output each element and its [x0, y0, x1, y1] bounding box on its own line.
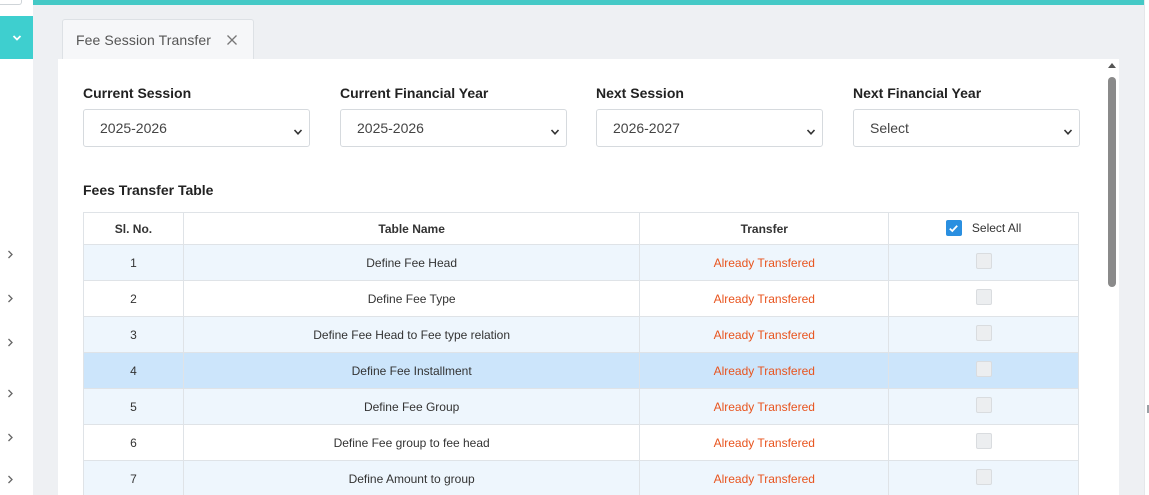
- select-all-checkbox[interactable]: Select All: [945, 220, 1022, 237]
- table-row: 3 Define Fee Head to Fee type relation A…: [83, 316, 1079, 353]
- sidebar-expand-5[interactable]: [5, 432, 15, 442]
- row-status: Already Transfered: [639, 352, 890, 389]
- vertical-scrollbar[interactable]: [1105, 59, 1119, 495]
- row-sl: 5: [83, 388, 184, 425]
- next-session-filter: Next Session 2026-2027: [596, 85, 823, 147]
- filter-label: Current Financial Year: [340, 85, 489, 101]
- row-status: Already Transfered: [639, 280, 890, 317]
- chevron-down-icon: [293, 124, 303, 135]
- current-financial-year-filter: Current Financial Year 2025-2026: [340, 85, 567, 147]
- header-select-all: Select All: [888, 212, 1079, 245]
- header-sl-no: Sl. No.: [83, 212, 184, 245]
- tab-label: Fee Session Transfer: [76, 32, 212, 48]
- filter-label: Next Session: [596, 85, 684, 101]
- sidebar-expand-3[interactable]: [5, 337, 15, 347]
- chevron-right-icon: [7, 338, 13, 346]
- sidebar-expand-1[interactable]: [5, 249, 15, 259]
- tab-fee-session-transfer[interactable]: Fee Session Transfer: [62, 19, 254, 60]
- select-value: 2026-2027: [613, 120, 680, 136]
- content-panel: Current Session 2025-2026 Current Financ…: [58, 59, 1108, 495]
- fees-transfer-table: Sl. No. Table Name Transfer Select All 1…: [83, 212, 1079, 495]
- table-header-row: Sl. No. Table Name Transfer Select All: [83, 212, 1079, 245]
- scrollbar-thumb[interactable]: [1108, 77, 1116, 287]
- row-checkbox-cell: [888, 244, 1079, 281]
- row-table-name: Define Amount to group: [182, 460, 641, 495]
- top-accent-bar: [33, 0, 1144, 5]
- row-status: Already Transfered: [639, 388, 890, 425]
- next-session-select[interactable]: 2026-2027: [596, 109, 823, 147]
- chevron-right-icon: [7, 250, 13, 258]
- table-title: Fees Transfer Table: [83, 182, 214, 198]
- select-value: Select: [870, 120, 909, 136]
- row-checkbox[interactable]: [975, 432, 992, 449]
- next-financial-year-select[interactable]: Select: [853, 109, 1080, 147]
- row-status: Already Transfered: [639, 244, 890, 281]
- select-all-label: Select All: [971, 221, 1022, 236]
- row-table-name: Define Fee Head to Fee type relation: [182, 316, 641, 353]
- filter-label: Current Session: [83, 85, 192, 101]
- row-checkbox[interactable]: [975, 324, 992, 341]
- current-financial-year-select[interactable]: 2025-2026: [340, 109, 567, 147]
- row-table-name: Define Fee Group: [182, 388, 641, 425]
- row-table-name: Define Fee Type: [182, 280, 641, 317]
- table-row: 5 Define Fee Group Already Transfered: [83, 388, 1079, 425]
- main-area: Fee Session Transfer Current Session 202…: [33, 0, 1149, 495]
- table-row: 2 Define Fee Type Already Transfered: [83, 280, 1079, 317]
- row-sl: 2: [83, 280, 184, 317]
- select-value: 2025-2026: [100, 120, 167, 136]
- header-transfer: Transfer: [639, 212, 890, 245]
- chevron-right-icon: [7, 475, 13, 483]
- table-row: 6 Define Fee group to fee head Already T…: [83, 424, 1079, 461]
- row-checkbox-cell: [888, 424, 1079, 461]
- row-checkbox-cell: [888, 460, 1079, 495]
- row-sl: 4: [83, 352, 184, 389]
- row-checkbox[interactable]: [975, 396, 992, 413]
- chevron-right-icon: [7, 389, 13, 397]
- chevron-right-icon: [7, 294, 13, 302]
- sidebar: [0, 0, 33, 495]
- row-status: Already Transfered: [639, 460, 890, 495]
- chevron-right-icon: [7, 433, 13, 441]
- scroll-up-icon[interactable]: [1108, 63, 1116, 68]
- row-table-name: Define Fee Head: [182, 244, 641, 281]
- table-row: 7 Define Amount to group Already Transfe…: [83, 460, 1079, 495]
- row-checkbox[interactable]: [975, 360, 992, 377]
- current-session-filter: Current Session 2025-2026: [83, 85, 310, 147]
- row-table-name: Define Fee Installment: [182, 352, 641, 389]
- row-sl: 1: [83, 244, 184, 281]
- sidebar-expand-6[interactable]: [5, 474, 15, 484]
- row-checkbox[interactable]: [975, 468, 992, 485]
- close-icon[interactable]: [225, 33, 239, 47]
- next-financial-year-filter: Next Financial Year Select: [853, 85, 1080, 147]
- row-status: Already Transfered: [639, 316, 890, 353]
- right-edge: [1144, 0, 1149, 495]
- table-row: 1 Define Fee Head Already Transfered: [83, 244, 1079, 281]
- row-sl: 6: [83, 424, 184, 461]
- sidebar-top-stub: [0, 0, 22, 5]
- row-checkbox-cell: [888, 388, 1079, 425]
- sidebar-expand-2[interactable]: [5, 293, 15, 303]
- select-value: 2025-2026: [357, 120, 424, 136]
- row-checkbox-cell: [888, 316, 1079, 353]
- row-sl: 7: [83, 460, 184, 495]
- row-checkbox[interactable]: [975, 288, 992, 305]
- current-session-select[interactable]: 2025-2026: [83, 109, 310, 147]
- chevron-down-icon: [550, 124, 560, 135]
- table-row: 4 Define Fee Installment Already Transfe…: [83, 352, 1079, 389]
- row-sl: 3: [83, 316, 184, 353]
- chevron-down-icon: [1063, 124, 1073, 135]
- row-status: Already Transfered: [639, 424, 890, 461]
- sidebar-toggle-button[interactable]: [0, 16, 33, 59]
- chevron-down-icon: [806, 124, 816, 135]
- filter-label: Next Financial Year: [853, 85, 982, 101]
- chevron-down-icon: [12, 34, 21, 41]
- row-checkbox-cell: [888, 352, 1079, 389]
- checkmark-icon: [945, 220, 962, 237]
- row-table-name: Define Fee group to fee head: [182, 424, 641, 461]
- row-checkbox[interactable]: [975, 252, 992, 269]
- row-checkbox-cell: [888, 280, 1079, 317]
- header-table-name: Table Name: [182, 212, 641, 245]
- sidebar-expand-4[interactable]: [5, 388, 15, 398]
